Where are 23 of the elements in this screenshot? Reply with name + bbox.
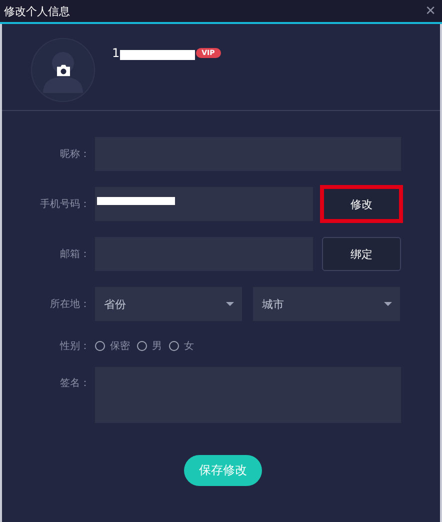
caret-icon (226, 302, 234, 306)
dropdown[interactable]: 城市 (253, 287, 400, 321)
radio-label[interactable]: 保密 (110, 339, 130, 353)
field-label: 性别： (58, 340, 90, 353)
modify-button[interactable]: 修改 (320, 185, 403, 223)
field-label: 邮箱： (59, 248, 90, 261)
bind-button[interactable]: 绑定 (322, 237, 401, 271)
close-button[interactable]: ✕ (423, 4, 438, 18)
window-title: 修改个人信息 (4, 4, 70, 18)
camera-icon (56, 64, 71, 77)
radio-label[interactable]: 男 (152, 339, 162, 353)
radio-button[interactable] (137, 341, 147, 351)
dropdown[interactable]: 省份 (95, 287, 242, 321)
caret-icon (384, 302, 392, 306)
field-label: 所在地： (49, 298, 90, 311)
radio-button[interactable] (95, 341, 105, 351)
radio-button[interactable] (169, 341, 179, 351)
username: 1 (112, 46, 120, 60)
radio-label[interactable]: 女 (184, 339, 194, 353)
field-label: 签名： (59, 377, 90, 390)
field-label: 昵称： (59, 148, 90, 161)
phone-field[interactable] (95, 187, 313, 221)
field-label: 手机号码： (39, 198, 90, 211)
